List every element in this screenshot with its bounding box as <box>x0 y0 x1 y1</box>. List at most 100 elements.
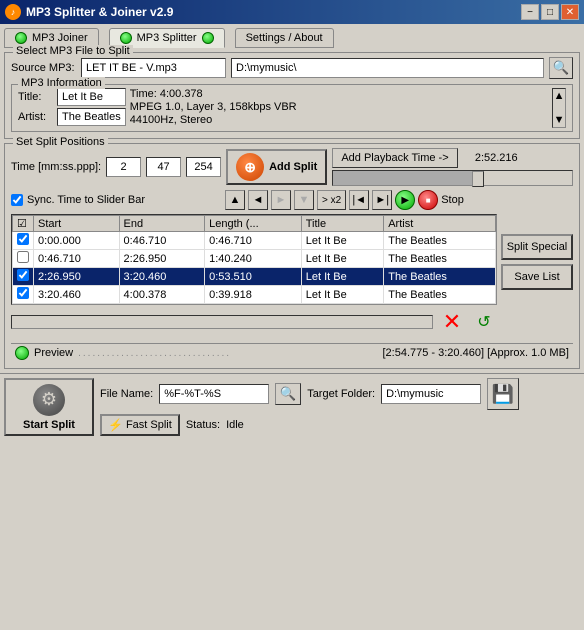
th-checkbox: ☑ <box>13 216 34 232</box>
save-list-button[interactable]: Save List <box>501 264 573 290</box>
table-row[interactable]: 0:00.000 0:46.710 0:46.710 Let It Be The… <box>13 232 496 250</box>
nav-up-icon[interactable]: ▲ <box>225 190 245 210</box>
file-name-label: File Name: <box>100 388 153 400</box>
row-checkbox-cell[interactable] <box>13 268 34 286</box>
nav-down-icon[interactable]: ▼ <box>294 190 314 210</box>
row-checkbox-cell[interactable] <box>13 250 34 268</box>
split-positions-label: Set Split Positions <box>13 136 108 148</box>
delete-button[interactable]: ✕ <box>439 309 465 335</box>
slider-thumb[interactable] <box>472 171 484 187</box>
source-filename-field[interactable]: LET IT BE - V.mp3 <box>81 58 226 78</box>
row-start-3: 3:20.460 <box>34 286 120 304</box>
row-artist-0: The Beatles <box>384 232 496 250</box>
start-split-button[interactable]: ⚙ Start Split <box>4 378 94 436</box>
file-name-input[interactable] <box>159 384 269 404</box>
row-checkbox-cell[interactable] <box>13 232 34 250</box>
start-split-label: Start Split <box>23 419 75 431</box>
target-folder-input[interactable] <box>381 384 481 404</box>
app-icon: ♪ <box>5 4 21 20</box>
tab-joiner-label: MP3 Joiner <box>32 32 88 44</box>
table-row[interactable]: 3:20.460 4:00.378 0:39.918 Let It Be The… <box>13 286 496 304</box>
x2-button[interactable]: > x2 <box>317 190 346 210</box>
source-mp3-label: Source MP3: <box>11 62 76 74</box>
scroll-row: ✕ ↺ <box>11 309 497 335</box>
status-value: Idle <box>226 419 244 431</box>
table-wrapper: ☑ Start End Length (... Title Artist 0:0… <box>11 214 573 339</box>
info-scrollbar[interactable]: ▲ ▼ <box>552 88 566 128</box>
file-browse-button[interactable]: 🔍 <box>275 383 301 405</box>
row-checkbox-3[interactable] <box>17 287 29 299</box>
row-checkbox-2[interactable] <box>17 269 29 281</box>
time-ms-input[interactable] <box>186 157 221 177</box>
filename-row: File Name: 🔍 Target Folder: 💾 <box>100 378 580 410</box>
tab-splitter-label: MP3 Splitter <box>137 32 197 44</box>
save-icon: 💾 <box>492 384 514 405</box>
add-split-label: Add Split <box>269 161 317 173</box>
title-bar: ♪ MP3 Splitter & Joiner v2.9 − □ ✕ <box>0 0 584 24</box>
artist-row: Artist: The Beatles <box>18 108 126 126</box>
slider-track[interactable] <box>332 170 573 186</box>
mp3-info-box: MP3 Information Title: Let It Be Artist:… <box>11 84 573 132</box>
time-row: Time [mm:ss.ppp]: ⊕ Add Split Add Playba… <box>11 148 573 186</box>
source-row: Source MP3: LET IT BE - V.mp3 D:\mymusic… <box>11 57 573 79</box>
split-table-container: ☑ Start End Length (... Title Artist 0:0… <box>11 214 497 305</box>
row-checkbox-cell[interactable] <box>13 286 34 304</box>
source-path-field[interactable]: D:\mymusic\ <box>231 58 544 78</box>
row-start-2: 2:26.950 <box>34 268 120 286</box>
table-row[interactable]: 0:46.710 2:26.950 1:40.240 Let It Be The… <box>13 250 496 268</box>
th-start: Start <box>34 216 120 232</box>
browse-button[interactable]: 🔍 <box>549 57 573 79</box>
row-length-2: 0:53.510 <box>205 268 302 286</box>
sync-left: Sync. Time to Slider Bar <box>11 194 145 206</box>
sync-row: Sync. Time to Slider Bar ▲ ◄ ► ▼ > x2 |◄… <box>11 190 573 210</box>
row-checkbox-0[interactable] <box>17 233 29 245</box>
maximize-button[interactable]: □ <box>541 4 559 20</box>
nav-left-icon[interactable]: ◄ <box>248 190 268 210</box>
save-button[interactable]: 💾 <box>487 378 519 410</box>
add-playback-button[interactable]: Add Playback Time -> <box>332 148 457 168</box>
table-row[interactable]: 2:26.950 3:20.460 0:53.510 Let It Be The… <box>13 268 496 286</box>
table-side-buttons: Split Special Save List <box>501 214 573 339</box>
row-artist-1: The Beatles <box>384 250 496 268</box>
horizontal-scrollbar[interactable] <box>11 315 433 329</box>
row-length-0: 0:46.710 <box>205 232 302 250</box>
tab-settings[interactable]: Settings / About <box>235 28 334 48</box>
playback-row: Add Playback Time -> 2:52.216 <box>332 148 573 168</box>
stop-label[interactable]: Stop <box>441 194 464 206</box>
nav-right-icon[interactable]: ► <box>271 190 291 210</box>
row-title-1: Let It Be <box>301 250 384 268</box>
fast-split-button[interactable]: ⚡ Fast Split <box>100 414 180 436</box>
bottom-middle: File Name: 🔍 Target Folder: 💾 ⚡ Fast Spl… <box>100 378 580 436</box>
mp3-info-right: Time: 4:00.378 MPEG 1.0, Layer 3, 158kbp… <box>130 88 548 128</box>
skip-back-icon[interactable]: |◄ <box>349 190 369 210</box>
time-seconds-input[interactable] <box>146 157 181 177</box>
add-split-icon: ⊕ <box>236 153 264 181</box>
row-length-1: 1:40.240 <box>205 250 302 268</box>
artist-field[interactable]: The Beatles <box>57 108 126 126</box>
title-field[interactable]: Let It Be <box>57 88 126 106</box>
row-end-3: 4:00.378 <box>119 286 205 304</box>
save-list-label: Save List <box>514 271 559 283</box>
add-split-button[interactable]: ⊕ Add Split <box>226 149 327 185</box>
time-minutes-input[interactable] <box>106 157 141 177</box>
close-button[interactable]: ✕ <box>561 4 579 20</box>
status-label: Status: <box>186 419 220 431</box>
split-table: ☑ Start End Length (... Title Artist 0:0… <box>12 215 496 304</box>
artist-label: Artist: <box>18 111 53 123</box>
play-button[interactable]: ▶ <box>395 190 415 210</box>
row-checkbox-1[interactable] <box>17 251 29 263</box>
refresh-button[interactable]: ↺ <box>471 309 497 335</box>
select-mp3-section: Select MP3 File to Split Source MP3: LET… <box>4 52 580 139</box>
title-row: Title: Let It Be <box>18 88 126 106</box>
refresh-icon: ↺ <box>477 312 490 332</box>
preview-info: [2:54.775 - 3:20.460] [Approx. 1.0 MB] <box>382 347 569 359</box>
split-special-button[interactable]: Split Special <box>501 234 573 260</box>
splitter-dot <box>120 32 132 44</box>
row-start-0: 0:00.000 <box>34 232 120 250</box>
minimize-button[interactable]: − <box>521 4 539 20</box>
row-start-1: 0:46.710 <box>34 250 120 268</box>
sync-checkbox[interactable] <box>11 194 23 206</box>
skip-fwd-icon[interactable]: ►| <box>372 190 392 210</box>
stop-button[interactable]: ■ <box>418 190 438 210</box>
title-value: Let It Be <box>62 91 103 103</box>
